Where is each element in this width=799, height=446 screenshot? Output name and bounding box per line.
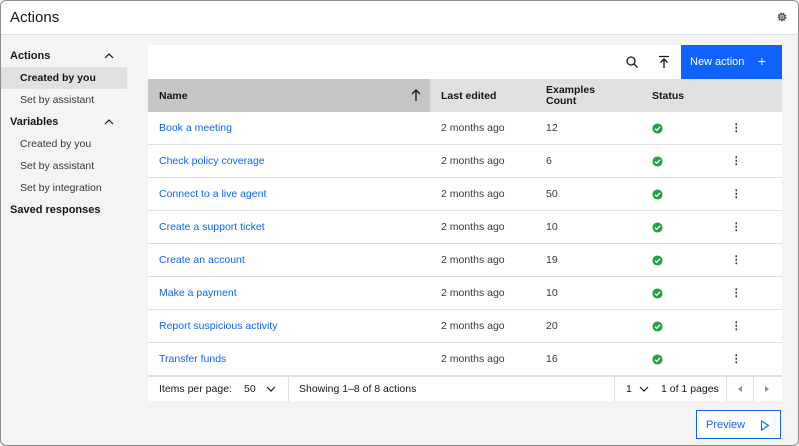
table-header: Name Last edited Examples Count Status — [148, 79, 782, 112]
pagination-bar: Items per page: 50 Showing 1–8 of 8 acti… — [148, 376, 782, 402]
sidebar-section-saved-responses[interactable]: Saved responses — [1, 199, 127, 221]
checkmark-filled-icon — [652, 321, 663, 332]
action-name-link[interactable]: Check policy coverage — [159, 155, 265, 167]
sidebar-item-variables-created-by-you[interactable]: Created by you — [1, 133, 127, 155]
chevron-up-icon — [104, 53, 114, 59]
sidebar-section-label: Variables — [10, 116, 59, 128]
chevron-up-icon — [104, 119, 114, 125]
last-edited-cell: 2 months ago — [441, 221, 505, 233]
examples-count-cell: 20 — [546, 320, 558, 332]
plus-icon: + — [757, 53, 766, 69]
sidebar-section-variables[interactable]: Variables — [1, 111, 127, 133]
table-row[interactable]: Report suspicious activity 2 months ago 20… — [148, 310, 782, 343]
last-edited-cell: 2 months ago — [441, 188, 505, 200]
overflow-menu-icon[interactable]: ⋮ — [731, 253, 742, 267]
action-name-link[interactable]: Book a meeting — [159, 122, 232, 134]
new-action-button[interactable]: New action + — [681, 45, 782, 79]
examples-count-cell: 6 — [546, 155, 552, 167]
action-name-link[interactable]: Connect to a live agent — [159, 188, 266, 200]
chevron-down-icon — [266, 386, 276, 392]
actions-table-panel: New action + Name Last edited Examples C… — [148, 45, 782, 402]
gear-icon[interactable] — [776, 11, 788, 23]
page-title: Actions — [10, 9, 60, 26]
last-edited-cell: 2 months ago — [441, 320, 505, 332]
sidebar-item-variables-set-by-assistant[interactable]: Set by assistant — [1, 155, 127, 177]
column-header-examples-count[interactable]: Examples Count — [535, 79, 641, 112]
sidebar-item-actions-set-by-assistant[interactable]: Set by assistant — [1, 89, 127, 111]
overflow-menu-icon[interactable]: ⋮ — [731, 220, 742, 234]
preview-button[interactable]: Preview — [696, 410, 781, 439]
sidebar-section-actions[interactable]: Actions — [1, 45, 127, 67]
table-toolbar: New action + — [148, 45, 782, 79]
sidebar-item-actions-created-by-you[interactable]: Created by you — [1, 67, 127, 89]
table-row[interactable]: Create an account 2 months ago 19 ⋮ — [148, 244, 782, 277]
pagination-range-text: Showing 1–8 of 8 actions — [299, 383, 417, 395]
last-edited-cell: 2 months ago — [441, 254, 505, 266]
chevron-down-icon — [639, 386, 649, 392]
column-header-last-edited[interactable]: Last edited — [430, 79, 535, 112]
examples-count-cell: 16 — [546, 353, 558, 365]
last-edited-cell: 2 months ago — [441, 155, 505, 167]
divider — [288, 377, 289, 402]
checkmark-filled-icon — [652, 156, 663, 167]
previous-page-button[interactable] — [728, 377, 752, 402]
table-row[interactable]: Connect to a live agent 2 months ago 50 ⋮ — [148, 178, 782, 211]
overflow-menu-icon[interactable]: ⋮ — [731, 154, 742, 168]
divider — [753, 377, 754, 402]
table-body: Book a meeting 2 months ago 12 ⋮ Check polic… — [148, 112, 782, 376]
new-action-label: New action — [690, 56, 745, 68]
checkmark-filled-icon — [652, 189, 663, 200]
overflow-menu-icon[interactable]: ⋮ — [731, 352, 742, 366]
column-header-name[interactable]: Name — [148, 79, 430, 112]
pages-total-text: 1 of 1 pages — [661, 383, 719, 395]
examples-count-cell: 10 — [546, 287, 558, 299]
items-per-page-select[interactable]: 50 — [244, 377, 286, 402]
items-per-page-label: Items per page: — [159, 383, 232, 395]
examples-count-cell: 12 — [546, 122, 558, 134]
caret-right-icon — [765, 386, 769, 392]
overflow-menu-icon[interactable]: ⋮ — [731, 121, 742, 135]
next-page-button[interactable] — [755, 377, 779, 402]
top-bar: Actions — [1, 1, 798, 35]
caret-left-icon — [738, 386, 742, 392]
examples-count-cell: 10 — [546, 221, 558, 233]
last-edited-cell: 2 months ago — [441, 353, 505, 365]
last-edited-cell: 2 months ago — [441, 287, 505, 299]
sidebar-section-label: Actions — [10, 50, 51, 62]
action-name-link[interactable]: Create a support ticket — [159, 221, 265, 233]
arrow-up-icon — [411, 89, 421, 101]
checkmark-filled-icon — [652, 123, 663, 134]
checkmark-filled-icon — [652, 255, 663, 266]
table-row[interactable]: Transfer funds 2 months ago 16 ⋮ — [148, 343, 782, 376]
table-row[interactable]: Check policy coverage 2 months ago 6 ⋮ — [148, 145, 782, 178]
examples-count-cell: 50 — [546, 188, 558, 200]
divider — [614, 377, 615, 402]
upload-icon[interactable] — [656, 54, 672, 70]
search-icon[interactable] — [624, 54, 640, 70]
action-name-link[interactable]: Transfer funds — [159, 353, 226, 365]
sidebar-item-variables-set-by-integration[interactable]: Set by integration — [1, 177, 127, 199]
action-name-link[interactable]: Create an account — [159, 254, 245, 266]
sidebar: Actions Created by you Set by assistant … — [1, 45, 127, 221]
last-edited-cell: 2 months ago — [441, 122, 505, 134]
table-row[interactable]: Create a support ticket 2 months ago 10 ⋮ — [148, 211, 782, 244]
preview-label: Preview — [706, 419, 746, 431]
table-row[interactable]: Book a meeting 2 months ago 12 ⋮ — [148, 112, 782, 145]
app-window: Actions Actions Created by you Set by as… — [0, 0, 799, 446]
overflow-menu-icon[interactable]: ⋮ — [731, 286, 742, 300]
checkmark-filled-icon — [652, 354, 663, 365]
table-row[interactable]: Make a payment 2 months ago 10 ⋮ — [148, 277, 782, 310]
checkmark-filled-icon — [652, 222, 663, 233]
checkmark-filled-icon — [652, 288, 663, 299]
overflow-menu-icon[interactable]: ⋮ — [731, 187, 742, 201]
divider — [726, 377, 727, 402]
column-header-status[interactable]: Status — [641, 79, 721, 112]
overflow-menu-icon[interactable]: ⋮ — [731, 319, 742, 333]
play-icon — [760, 420, 770, 431]
sidebar-section-label: Saved responses — [10, 204, 101, 216]
examples-count-cell: 19 — [546, 254, 558, 266]
action-name-link[interactable]: Make a payment — [159, 287, 237, 299]
action-name-link[interactable]: Report suspicious activity — [159, 320, 277, 332]
page-number-select[interactable]: 1 — [626, 377, 656, 402]
